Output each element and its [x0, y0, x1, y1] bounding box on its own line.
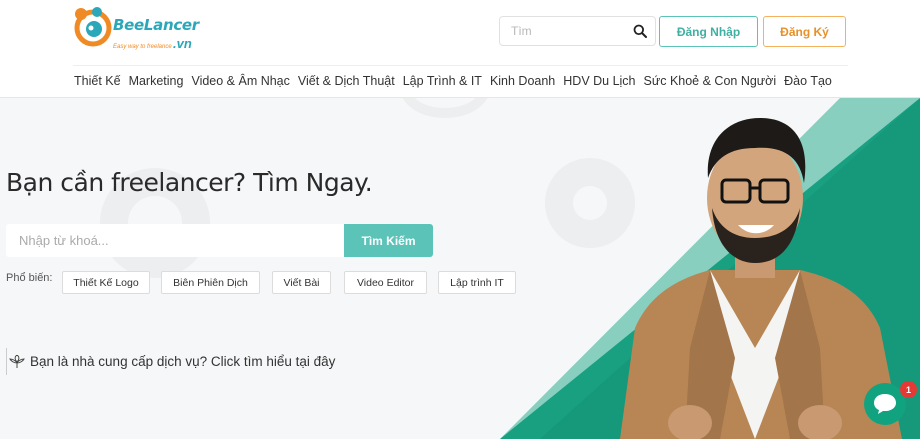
- bee-logo-icon: [74, 7, 112, 47]
- nav-item-suc-khoe[interactable]: Sức Khoẻ & Con Người: [644, 74, 777, 88]
- popular-tag[interactable]: Lập trình IT: [438, 271, 516, 294]
- header-search: [499, 16, 656, 46]
- hero-title: Bạn cần freelancer? Tìm Ngay.: [6, 168, 373, 197]
- nav-item-viet-dich-thuat[interactable]: Viết & Dịch Thuật: [298, 74, 395, 88]
- site-header: BeeLancer .vn Easy way to freelance Đăng…: [0, 0, 920, 98]
- login-button[interactable]: Đăng Nhập: [659, 16, 758, 47]
- popular-tag[interactable]: Biên Phiên Dịch: [161, 271, 260, 294]
- nav-item-lap-trinh-it[interactable]: Lập Trình & IT: [403, 74, 482, 88]
- brand-suffix: .vn: [173, 36, 192, 51]
- nav-item-dao-tao[interactable]: Đào Tạo: [784, 74, 832, 88]
- nav-item-marketing[interactable]: Marketing: [129, 74, 184, 88]
- nav-item-hdv-du-lich[interactable]: HDV Du Lịch: [563, 74, 635, 88]
- popular-tag[interactable]: Thiết Kế Logo: [62, 271, 150, 294]
- brand-tagline: Easy way to freelance: [113, 44, 172, 50]
- search-icon[interactable]: [633, 24, 647, 38]
- nav-item-kinh-doanh[interactable]: Kinh Doanh: [490, 74, 555, 88]
- cannabis-leaf-icon: [9, 354, 25, 368]
- nav-item-thiet-ke[interactable]: Thiết Kế: [74, 74, 121, 88]
- popular-label: Phổ biến:: [6, 272, 53, 284]
- popular-tag[interactable]: Viết Bài: [272, 271, 331, 294]
- header-divider: [73, 65, 848, 66]
- hero-section: Bạn cần freelancer? Tìm Ngay. Tìm Kiếm P…: [0, 98, 920, 439]
- provider-cta[interactable]: Bạn là nhà cung cấp dịch vụ? Click tìm h…: [6, 348, 335, 375]
- hero-search-input[interactable]: [6, 224, 344, 257]
- header-search-input[interactable]: [500, 17, 625, 45]
- chat-notification-badge: 1: [900, 381, 917, 398]
- provider-cta-text: Bạn là nhà cung cấp dịch vụ? Click tìm h…: [30, 354, 336, 369]
- background-watermark: [400, 98, 490, 118]
- popular-tag[interactable]: Video Editor: [344, 271, 427, 294]
- hero-search-button[interactable]: Tìm Kiếm: [344, 224, 433, 257]
- category-nav: Thiết Kế Marketing Video & Âm Nhạc Viết …: [74, 74, 840, 88]
- brand-name: BeeLancer: [113, 16, 199, 34]
- nav-item-video-am-nhac[interactable]: Video & Âm Nhạc: [191, 74, 289, 88]
- signup-button[interactable]: Đăng Ký: [763, 16, 846, 47]
- brand-logo[interactable]: BeeLancer .vn Easy way to freelance: [73, 4, 203, 56]
